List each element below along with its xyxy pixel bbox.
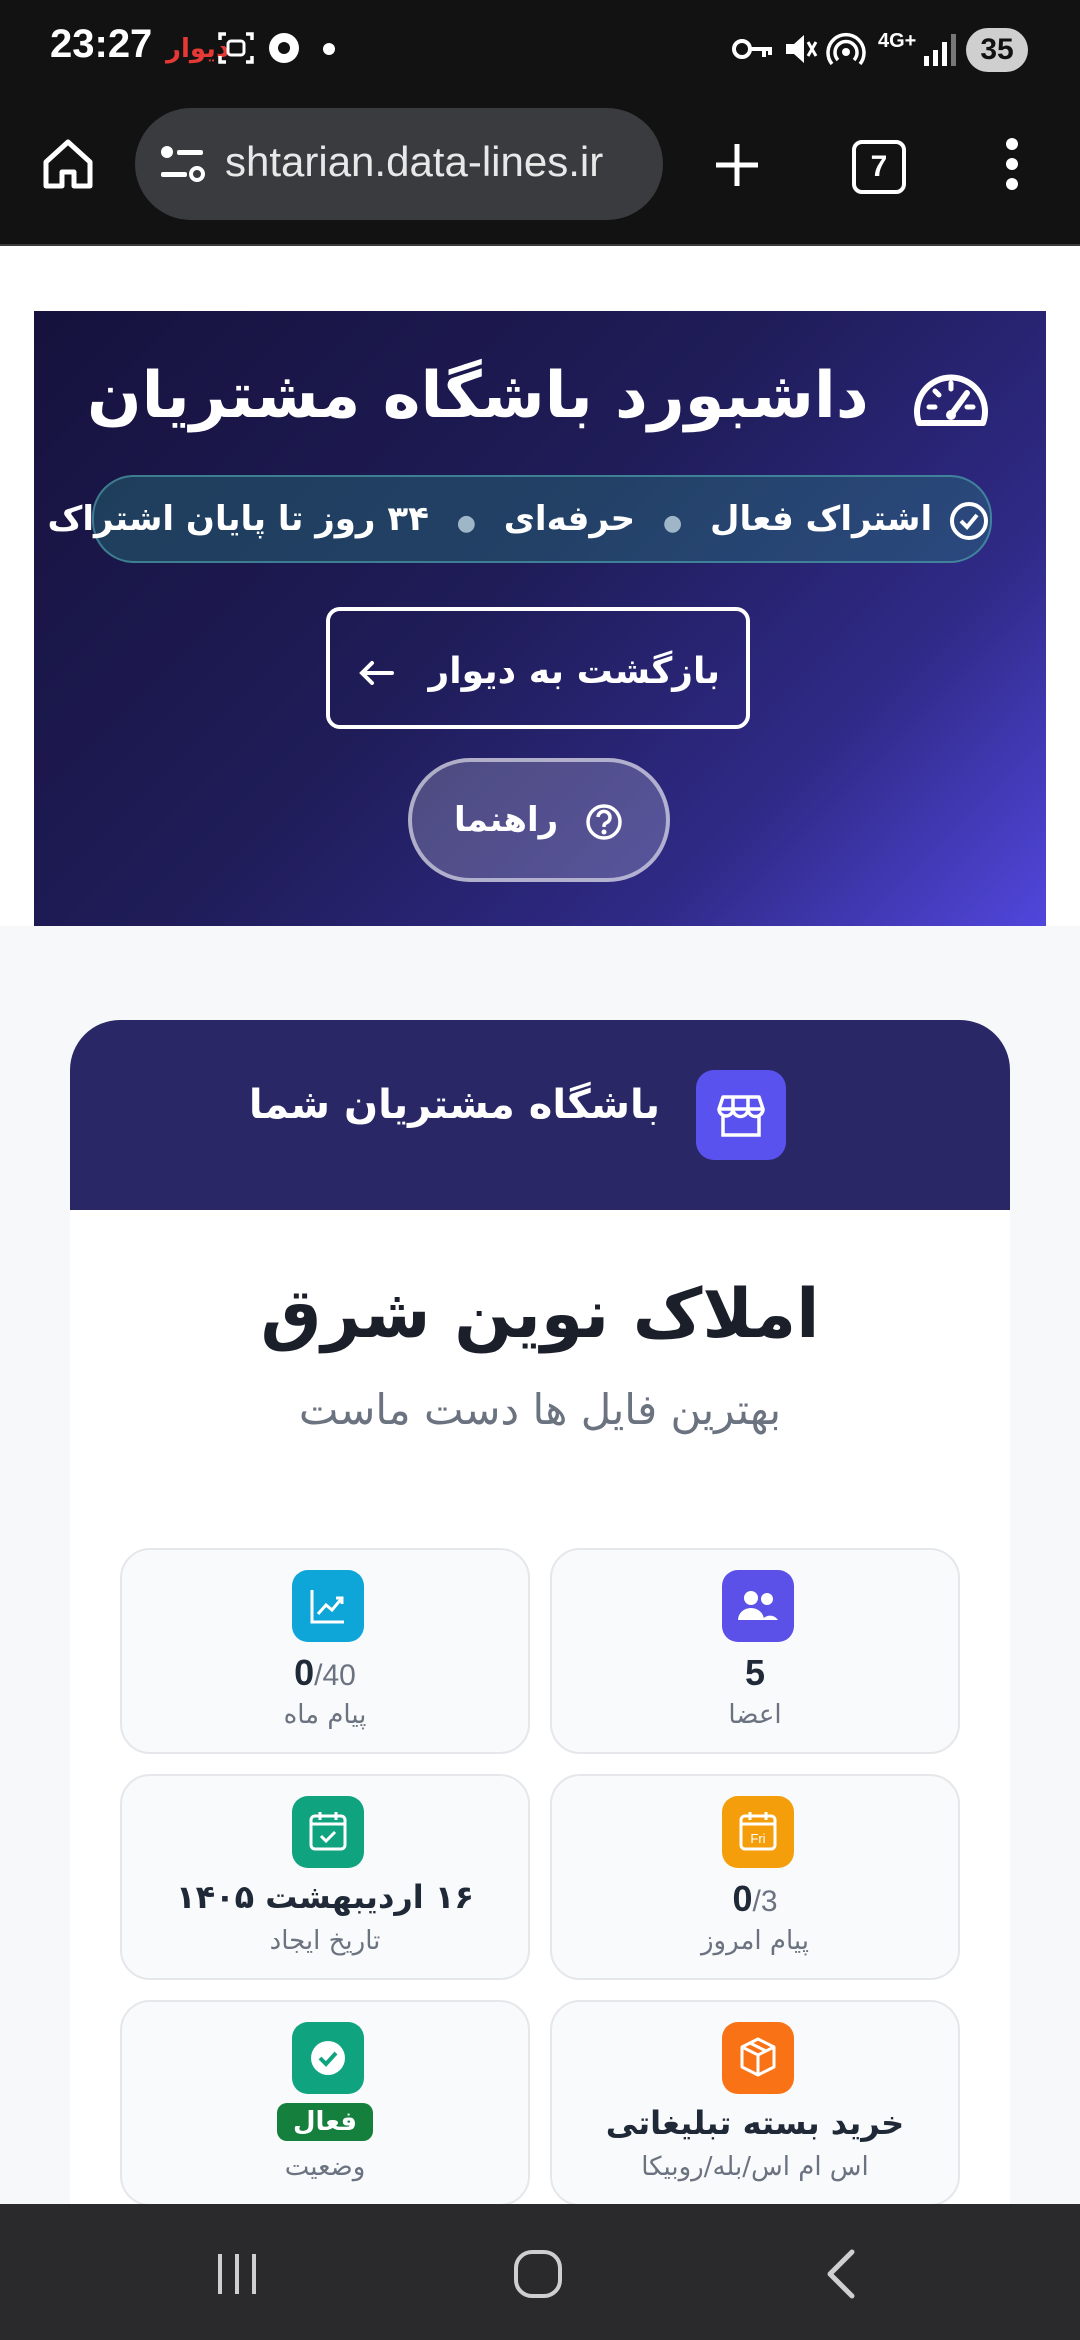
battery-indicator: 35 [966, 28, 1028, 72]
members-badge [722, 1570, 794, 1642]
stat-members: 5 اعضا [550, 1548, 960, 1754]
separator-dot: ● [456, 511, 476, 536]
back-button-label: بازگشت به دیوار [428, 651, 721, 692]
question-circle-icon [586, 803, 622, 840]
arrow-left-icon [359, 661, 394, 685]
monthly-messages-badge [292, 1570, 364, 1642]
back-to-divar-button[interactable]: بازگشت به دیوار [326, 607, 750, 729]
today-messages-label: پیام امروز [701, 1926, 809, 1956]
svg-text:Fri: Fri [750, 1831, 765, 1846]
subscription-plan: حرفه‌ای [503, 499, 636, 539]
today-messages-value: 0/3 [732, 1878, 778, 1919]
status-badge-icon-wrap [292, 2022, 364, 2094]
subscription-status: اشتراک فعال [710, 499, 933, 539]
members-label: اعضا [728, 1700, 782, 1730]
stat-today-messages: Fri 0/3 پیام امروز [550, 1774, 960, 1980]
web-page: داشبورد باشگاه مشتریان اشتراک فعال ● حرف… [0, 246, 1080, 2204]
check-circle-icon [950, 501, 988, 540]
subscription-days-left: ۳۴ روز تا پایان اشتراک [47, 499, 429, 539]
system-navigation-bar [0, 2204, 1080, 2340]
notification-dot-icon [323, 43, 335, 55]
more-menu-icon[interactable] [1000, 136, 1024, 192]
home-nav-icon[interactable] [512, 2248, 564, 2300]
signal-icon [924, 34, 956, 66]
stat-monthly-messages: 0/40 پیام ماه [120, 1548, 530, 1754]
network-type: 4G+ [878, 30, 917, 52]
check-circle-filled-icon [311, 2041, 345, 2075]
url-text: shtarian.data-lines.ir [225, 138, 604, 185]
status-label: وضعیت [284, 2152, 366, 2182]
business-slogan: بهترین فایل ها دست ماست [298, 1385, 782, 1434]
stat-status: فعال وضعیت [120, 2000, 530, 2204]
card-header: باشگاه مشتریان شما [70, 1020, 1010, 1210]
subscription-pill: اشتراک فعال ● حرفه‌ای ● ۳۴ روز تا پایان … [48, 475, 992, 563]
package-title: خرید بسته تبلیغاتی [605, 2104, 905, 2142]
chart-line-icon [310, 1590, 344, 1624]
package-badge [722, 2022, 794, 2094]
calendar-check-icon [309, 1812, 347, 1851]
status-badge: فعال [276, 2103, 374, 2141]
new-tab-icon[interactable] [712, 140, 762, 190]
address-bar[interactable]: shtarian.data-lines.ir [135, 108, 663, 220]
users-icon [738, 1591, 778, 1620]
customer-club-card: باشگاه مشتریان شما املاک نوین شرق بهترین… [70, 1020, 1010, 2204]
home-icon[interactable] [40, 136, 96, 192]
members-count: 5 [744, 1652, 766, 1693]
page-title-text: داشبورد باشگاه مشتریان [87, 359, 869, 433]
created-date-badge [292, 1796, 364, 1868]
status-value: فعال [122, 2100, 528, 2141]
dashboard-hero: داشبورد باشگاه مشتریان اشتراک فعال ● حرف… [34, 311, 1046, 926]
buy-ad-package-card[interactable]: خرید بسته تبلیغاتی اس ام اس/بله/روبیکا [550, 2000, 960, 2204]
hotspot-icon [826, 33, 866, 66]
browser-toolbar: shtarian.data-lines.ir 7 [0, 100, 1080, 246]
created-date-value: ۱۶ اردیبهشت ۱۴۰۵ [176, 1878, 474, 1916]
status-time: 23:27 [50, 22, 153, 66]
monthly-messages-label: پیام ماه [283, 1700, 367, 1730]
tab-switcher-button[interactable]: 7 [852, 140, 906, 194]
package-subtitle: اس ام اس/بله/روبیکا [641, 2152, 869, 2182]
card-header-title: باشگاه مشتریان شما [248, 1082, 660, 1128]
screenshot-icon [218, 32, 254, 64]
help-button[interactable]: راهنما [408, 758, 670, 882]
monthly-messages-value: 0/40 [294, 1652, 356, 1693]
business-name: املاک نوین شرق [260, 1275, 820, 1354]
speedometer-icon [914, 375, 988, 427]
created-date-label: تاریخ ایجاد [269, 1926, 381, 1956]
chrome-icon [269, 33, 299, 63]
help-button-label: راهنما [453, 800, 559, 840]
box-icon [740, 2037, 776, 2077]
status-bar: 23:27 دیوار 4G+ 35 [0, 0, 1080, 100]
site-settings-icon[interactable] [159, 142, 205, 186]
today-messages-badge: Fri [722, 1796, 794, 1868]
recent-apps-icon[interactable] [214, 2252, 260, 2296]
stat-created-date: ۱۶ اردیبهشت ۱۴۰۵ تاریخ ایجاد [120, 1774, 530, 1980]
store-icon [717, 1095, 765, 1137]
separator-dot: ● [662, 511, 683, 536]
mute-icon [786, 35, 818, 63]
calendar-day-icon: Fri [739, 1812, 777, 1851]
page-title: داشبورد باشگاه مشتریان [34, 359, 1046, 433]
vpn-key-icon [732, 39, 772, 59]
store-badge [696, 1070, 786, 1160]
back-nav-icon[interactable] [822, 2248, 858, 2300]
